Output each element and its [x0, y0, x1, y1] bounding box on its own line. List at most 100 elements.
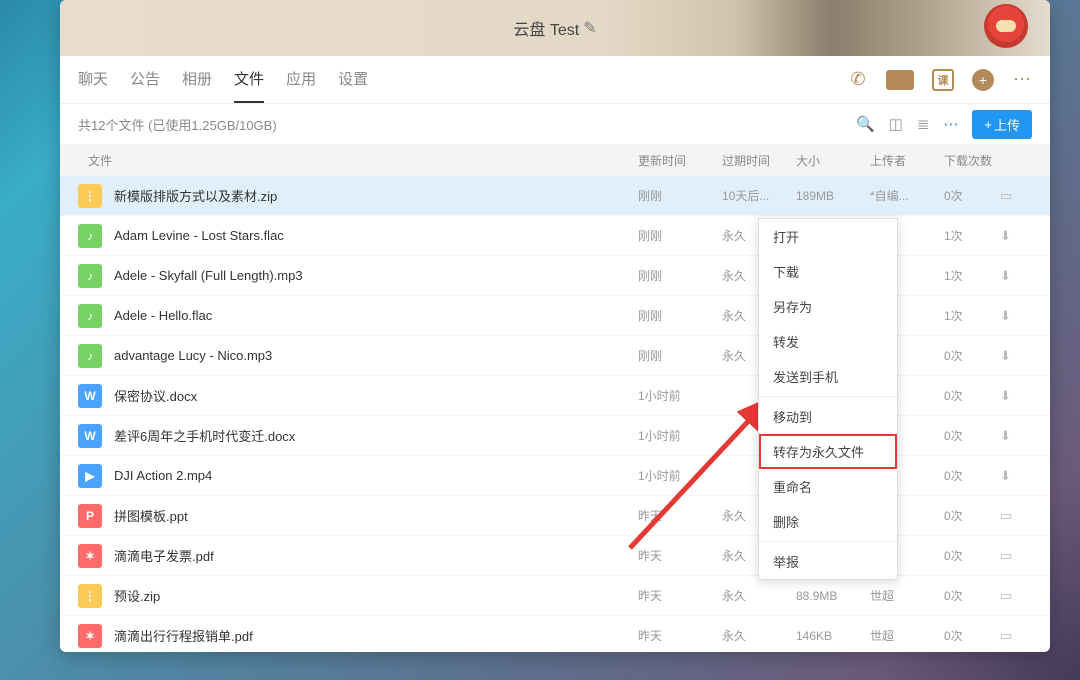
row-action-icon[interactable]: ⬇ [1000, 268, 1032, 284]
file-name: Adele - Skyfall (Full Length).mp3 [114, 268, 638, 283]
toolbar-more-icon[interactable]: ⋯ [943, 115, 958, 133]
file-name: Adele - Hello.flac [114, 308, 638, 323]
file-expire: 永久 [722, 587, 796, 604]
tab-聊天[interactable]: 聊天 [78, 56, 108, 103]
header-size[interactable]: 大小 [796, 152, 870, 169]
file-count: 1次 [944, 227, 1000, 244]
menu-item-删除[interactable]: 删除 [759, 504, 897, 539]
file-name: 保密协议.docx [114, 386, 638, 405]
pdf-file-icon: ✶ [78, 544, 102, 568]
table-row[interactable]: W保密协议.docx1小时前0次⬇ [60, 376, 1050, 416]
row-action-icon[interactable]: ▭ [1000, 628, 1032, 644]
file-name: 滴滴电子发票.pdf [114, 546, 638, 565]
file-name: 滴滴出行行程报销单.pdf [114, 626, 638, 645]
row-action-icon[interactable]: ▭ [1000, 588, 1032, 604]
class-icon[interactable]: 课 [932, 69, 954, 91]
file-uploader: *自编... [870, 187, 944, 204]
more-icon[interactable]: ⋯ [1012, 70, 1032, 90]
audio-file-icon: ♪ [78, 344, 102, 368]
toolbar: 共12个文件 (已使用1.25GB/10GB) 🔍 ◫ ≣ ⋯ +上传 [60, 104, 1050, 144]
file-count: 0次 [944, 187, 1000, 204]
table-row[interactable]: ⋮预设.zip昨天永久88.9MB世超0次▭ [60, 576, 1050, 616]
menu-item-打开[interactable]: 打开 [759, 219, 897, 254]
nav-actions: ✆ 课 + ⋯ [848, 69, 1032, 91]
file-count: 0次 [944, 547, 1000, 564]
file-name: 新模版排版方式以及素材.zip [114, 186, 638, 205]
table-row[interactable]: ✶滴滴出行行程报销单.pdf昨天永久146KB世超0次▭ [60, 616, 1050, 652]
row-action-icon[interactable]: ⬇ [1000, 308, 1032, 324]
table-row[interactable]: ▶DJI Action 2.mp41小时前0次⬇ [60, 456, 1050, 496]
zip-file-icon: ⋮ [78, 184, 102, 208]
file-update: 刚刚 [638, 307, 722, 324]
search-icon[interactable]: 🔍 [856, 115, 875, 133]
file-count: 1次 [944, 307, 1000, 324]
menu-item-转发[interactable]: 转发 [759, 324, 897, 359]
audio-file-icon: ♪ [78, 304, 102, 328]
header-file[interactable]: 文件 [78, 152, 638, 169]
list-view-icon[interactable]: ≣ [917, 115, 930, 133]
title-text: 云盘 Test [513, 16, 579, 40]
menu-item-移动到[interactable]: 移动到 [759, 399, 897, 434]
table-row[interactable]: ♪Adele - Hello.flac刚刚永久1次⬇ [60, 296, 1050, 336]
row-action-icon[interactable]: ▭ [1000, 548, 1032, 564]
menu-item-下载[interactable]: 下载 [759, 254, 897, 289]
file-size: 189MB [796, 189, 870, 203]
row-action-icon[interactable]: ⬇ [1000, 468, 1032, 484]
call-icon[interactable]: ✆ [848, 70, 868, 90]
tab-相册[interactable]: 相册 [182, 56, 212, 103]
menu-item-另存为[interactable]: 另存为 [759, 289, 897, 324]
file-uploader: 世超 [870, 587, 944, 604]
file-list: ⋮新模版排版方式以及素材.zip刚刚10天后...189MB*自编...0次▭♪… [60, 176, 1050, 652]
row-action-icon[interactable]: ▭ [1000, 508, 1032, 524]
ppt-file-icon: P [78, 504, 102, 528]
file-name: DJI Action 2.mp4 [114, 468, 638, 483]
video-icon[interactable] [886, 70, 914, 90]
menu-item-举报[interactable]: 举报 [759, 544, 897, 579]
tab-公告[interactable]: 公告 [130, 56, 160, 103]
row-action-icon[interactable]: ⬇ [1000, 428, 1032, 444]
file-name: 差评6周年之手机时代变迁.docx [114, 426, 638, 445]
file-count: 0次 [944, 427, 1000, 444]
file-uploader: 世超 [870, 627, 944, 644]
file-count: 0次 [944, 347, 1000, 364]
file-update: 刚刚 [638, 267, 722, 284]
tab-文件[interactable]: 文件 [234, 56, 264, 103]
file-expire: 10天后... [722, 187, 796, 204]
header-update[interactable]: 更新时间 [638, 152, 722, 169]
menu-item-重命名[interactable]: 重命名 [759, 469, 897, 504]
menu-item-发送到手机[interactable]: 发送到手机 [759, 359, 897, 394]
table-row[interactable]: ✶滴滴电子发票.pdf昨天永久37.6KB世超0次▭ [60, 536, 1050, 576]
zip-file-icon: ⋮ [78, 584, 102, 608]
file-count: 1次 [944, 267, 1000, 284]
row-action-icon[interactable]: ⬇ [1000, 348, 1032, 364]
group-avatar[interactable] [984, 4, 1028, 48]
edit-title-icon[interactable]: ✎ [583, 18, 596, 38]
doc-file-icon: W [78, 424, 102, 448]
row-action-icon[interactable]: ⬇ [1000, 228, 1032, 244]
table-row[interactable]: W差评6周年之手机时代变迁.docx1小时前0次⬇ [60, 416, 1050, 456]
upload-button[interactable]: +上传 [972, 110, 1032, 139]
file-update: 刚刚 [638, 347, 722, 364]
inbox-icon[interactable]: ◫ [889, 115, 903, 133]
file-name: Adam Levine - Lost Stars.flac [114, 228, 638, 243]
header-count[interactable]: 下载次数 [944, 152, 1000, 169]
header-expire[interactable]: 过期时间 [722, 152, 796, 169]
row-action-icon[interactable]: ▭ [1000, 188, 1032, 204]
tab-设置[interactable]: 设置 [338, 56, 368, 103]
file-name: advantage Lucy - Nico.mp3 [114, 348, 638, 363]
file-update: 刚刚 [638, 227, 722, 244]
menu-item-转存为永久文件[interactable]: 转存为永久文件 [759, 434, 897, 469]
add-icon[interactable]: + [972, 69, 994, 91]
tab-应用[interactable]: 应用 [286, 56, 316, 103]
upload-label: 上传 [994, 115, 1020, 134]
file-name: 预设.zip [114, 586, 638, 605]
table-row[interactable]: ♪Adele - Skyfall (Full Length).mp3刚刚永久1次… [60, 256, 1050, 296]
file-update: 1小时前 [638, 467, 722, 484]
table-row[interactable]: ⋮新模版排版方式以及素材.zip刚刚10天后...189MB*自编...0次▭ [60, 176, 1050, 216]
table-row[interactable]: P拼图模板.ppt昨天永久20.5KB世超0次▭ [60, 496, 1050, 536]
table-row[interactable]: ♪advantage Lucy - Nico.mp3刚刚永久0次⬇ [60, 336, 1050, 376]
file-update: 昨天 [638, 587, 722, 604]
row-action-icon[interactable]: ⬇ [1000, 388, 1032, 404]
table-row[interactable]: ♪Adam Levine - Lost Stars.flac刚刚永久1次⬇ [60, 216, 1050, 256]
header-uploader[interactable]: 上传者 [870, 152, 944, 169]
